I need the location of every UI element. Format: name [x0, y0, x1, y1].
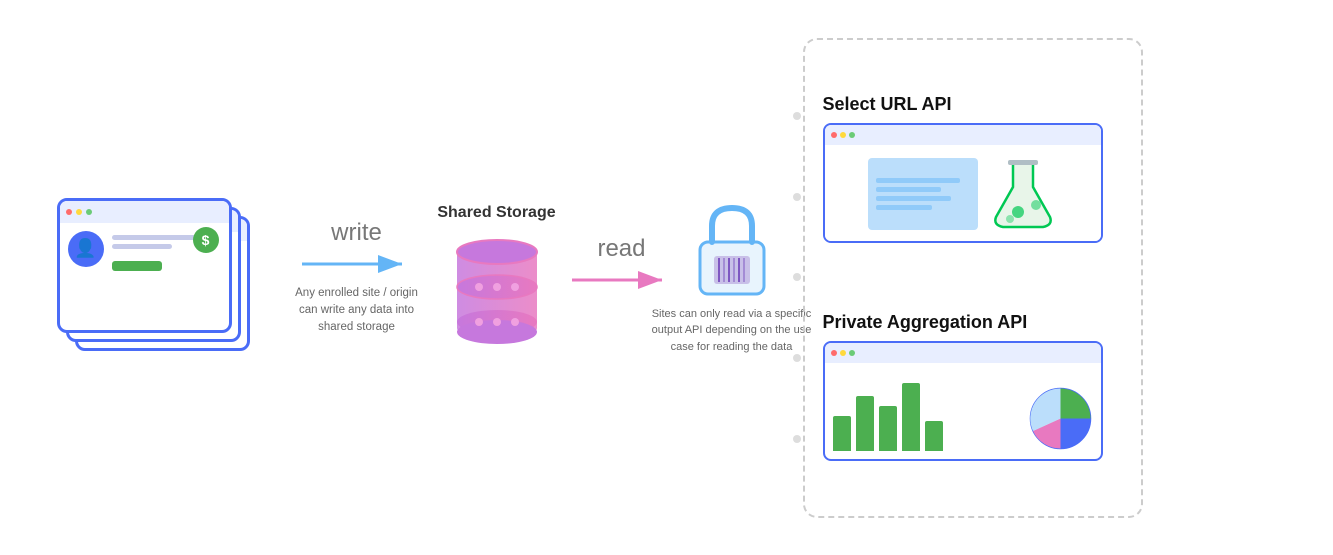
dot-yellow — [840, 350, 846, 356]
bar-3 — [879, 406, 897, 451]
dot-yellow — [840, 132, 846, 138]
form-line-2 — [112, 244, 172, 249]
database-icon — [447, 232, 547, 352]
api-card-header — [825, 125, 1101, 145]
card-stack: 👤 $ — [57, 198, 257, 358]
api-card-header — [825, 343, 1101, 363]
dot-green — [849, 132, 855, 138]
bar-5 — [925, 421, 943, 451]
read-label: read — [597, 235, 645, 263]
private-aggregation-api-card — [823, 341, 1103, 461]
url-line — [876, 187, 942, 192]
private-aggregation-api-title: Private Aggregation API — [823, 312, 1123, 333]
bar-chart — [833, 383, 1020, 451]
read-arrow-section: read — [567, 235, 677, 291]
url-line — [876, 196, 951, 201]
url-line — [876, 205, 932, 210]
dot — [793, 435, 801, 443]
user-icon: 👤 — [74, 238, 96, 259]
private-aggregation-api-item: Private Aggregation API — [823, 312, 1123, 461]
pie-chart-icon — [1028, 386, 1093, 451]
select-url-api-card — [823, 123, 1103, 243]
dot-red — [831, 350, 837, 356]
select-url-api-item: Select URL API — [823, 94, 1123, 243]
shared-storage-title: Shared Storage — [437, 204, 555, 222]
right-panel-wrapper: Select URL API — [803, 38, 1143, 518]
bar-1 — [833, 416, 851, 451]
diagram-container: 👤 $ write Any enroll — [27, 18, 1307, 538]
lock-section: Sites can only read via a specific outpu… — [677, 200, 787, 356]
write-arrow-section: write Any enrolled site / origin can wri… — [287, 219, 427, 337]
select-url-api-title: Select URL API — [823, 94, 1123, 115]
card-body: 👤 $ — [60, 223, 229, 279]
dot-red — [66, 209, 72, 215]
dot-green — [86, 209, 92, 215]
right-panel: Select URL API — [803, 38, 1143, 518]
browser-card-section: 👤 $ — [27, 198, 287, 358]
bar-2 — [856, 396, 874, 451]
dot-green — [849, 350, 855, 356]
dot — [793, 273, 801, 281]
card-header — [60, 201, 229, 223]
form-button — [112, 261, 162, 271]
card-front: 👤 $ — [57, 198, 232, 333]
write-arrow-svg — [302, 253, 412, 275]
read-arrow-svg — [572, 269, 672, 291]
private-agg-card-body — [825, 363, 1101, 459]
url-content-box — [868, 158, 978, 230]
url-line — [876, 178, 961, 183]
dot — [793, 193, 801, 201]
dot-yellow — [76, 209, 82, 215]
form-line-1 — [112, 235, 202, 240]
write-label: write — [331, 219, 382, 247]
left-dots — [793, 40, 801, 516]
dollar-badge: $ — [193, 227, 219, 253]
shared-storage-section: Shared Storage — [427, 204, 567, 352]
read-caption: Sites can only read via a specific outpu… — [652, 306, 812, 356]
dot — [793, 354, 801, 362]
avatar: 👤 — [68, 231, 104, 267]
dot — [793, 112, 801, 120]
write-caption: Any enrolled site / origin can write any… — [292, 285, 422, 337]
flask-icon — [988, 157, 1058, 232]
select-url-card-body — [825, 145, 1101, 243]
lock-icon — [692, 200, 772, 300]
dot-red — [831, 132, 837, 138]
bar-4 — [902, 383, 920, 451]
